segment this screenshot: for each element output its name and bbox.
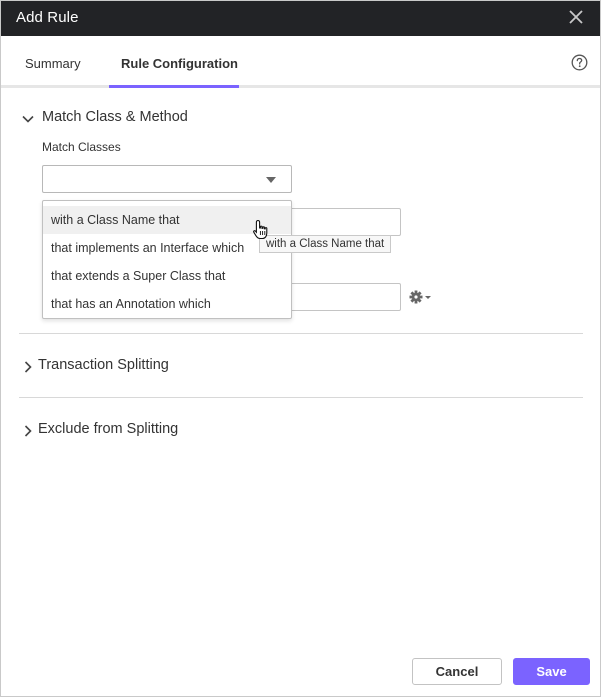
option-extends-super-class[interactable]: that extends a Super Class that (43, 262, 291, 290)
close-icon[interactable] (567, 8, 585, 26)
save-button[interactable]: Save (513, 658, 590, 685)
match-classes-dropdown-menu: with a Class Name that that implements a… (42, 200, 292, 319)
section-divider (19, 333, 583, 334)
class-name-input[interactable] (289, 208, 401, 236)
dialog-titlebar: Add Rule (1, 1, 600, 36)
method-name-input[interactable] (289, 283, 401, 311)
section-title: Exclude from Splitting (38, 421, 179, 437)
hand-pointer-icon (252, 219, 270, 241)
active-tab-indicator (109, 85, 239, 88)
chevron-right-icon (21, 360, 35, 374)
tab-summary[interactable]: Summary (25, 56, 81, 71)
cancel-button[interactable]: Cancel (412, 658, 502, 685)
dialog-title: Add Rule (16, 9, 79, 26)
chevron-right-icon (21, 424, 35, 438)
caret-down-icon (266, 177, 276, 183)
section-title: Match Class & Method (42, 109, 188, 125)
match-classes-label: Match Classes (42, 140, 121, 154)
add-rule-dialog: Add Rule Summary Rule Configuration Matc… (0, 0, 601, 697)
section-header-exclude-from-splitting[interactable]: Exclude from Splitting (21, 421, 321, 441)
gear-icon[interactable] (408, 289, 432, 305)
section-title: Transaction Splitting (38, 357, 169, 373)
option-tooltip: with a Class Name that (259, 235, 392, 253)
chevron-down-icon (21, 112, 35, 126)
section-divider (19, 397, 583, 398)
help-icon[interactable] (571, 54, 588, 71)
section-header-transaction-splitting[interactable]: Transaction Splitting (21, 357, 321, 377)
option-has-annotation[interactable]: that has an Annotation which (43, 290, 291, 318)
tab-bar: Summary Rule Configuration (1, 36, 600, 88)
section-header-match-class-method[interactable]: Match Class & Method (21, 109, 321, 129)
match-classes-select[interactable] (42, 165, 292, 193)
tab-rule-configuration[interactable]: Rule Configuration (121, 56, 238, 71)
